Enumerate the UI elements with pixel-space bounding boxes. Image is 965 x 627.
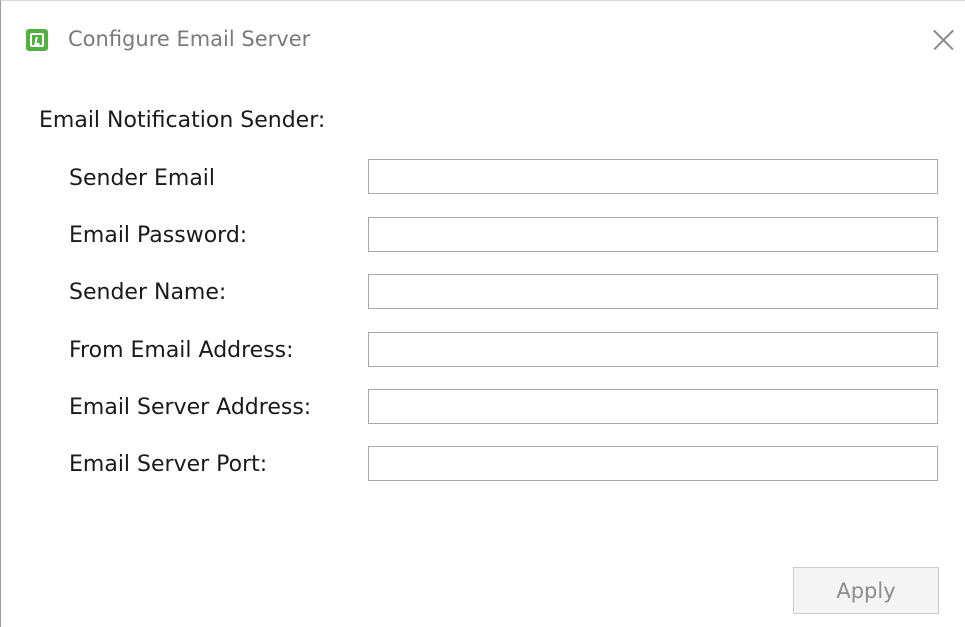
email-password-input[interactable] (368, 217, 938, 252)
sender-name-input[interactable] (368, 274, 938, 309)
email-password-label: Email Password: (69, 223, 248, 248)
email-server-port-input[interactable] (368, 446, 938, 481)
section-heading: Email Notification Sender: (39, 108, 326, 133)
email-server-address-input[interactable] (368, 389, 938, 424)
sender-email-input[interactable] (368, 159, 938, 194)
email-server-address-label: Email Server Address: (69, 395, 312, 420)
email-server-port-label: Email Server Port: (69, 452, 268, 477)
sender-name-label: Sender Name: (69, 280, 227, 305)
window-title: Configure Email Server (68, 27, 311, 51)
from-email-address-input[interactable] (368, 332, 938, 367)
apply-button[interactable]: Apply (793, 567, 939, 614)
configure-email-server-dialog: Configure Email Server Email Notificatio… (0, 0, 965, 627)
close-icon[interactable] (919, 17, 965, 63)
sender-email-label: Sender Email (69, 166, 216, 191)
app-icon (26, 29, 48, 51)
from-email-address-label: From Email Address: (69, 338, 294, 363)
title-bar: Configure Email Server (1, 1, 965, 81)
